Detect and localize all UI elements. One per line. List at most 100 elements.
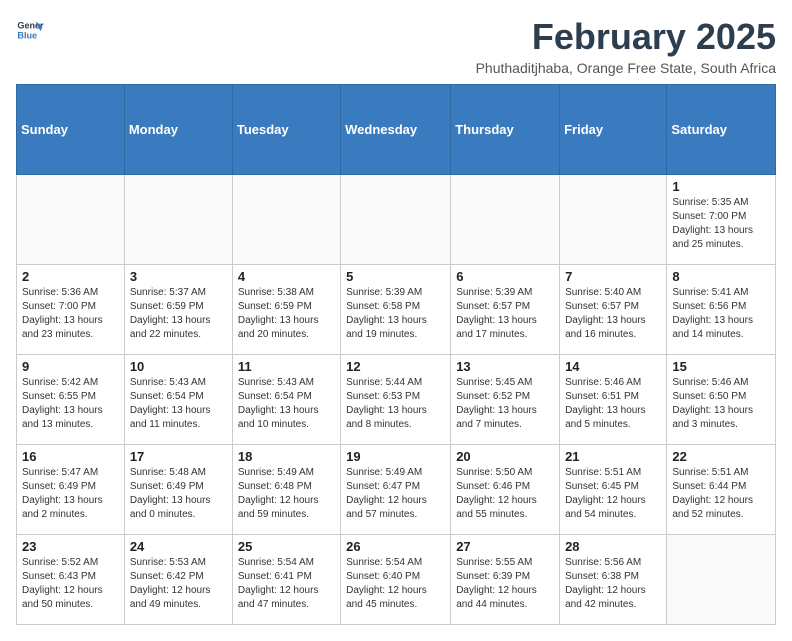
day-info: Sunrise: 5:49 AM Sunset: 6:47 PM Dayligh… [346, 466, 445, 522]
calendar-day-cell: 19 Sunrise: 5:49 AM Sunset: 6:47 PM Dayli… [341, 445, 451, 535]
day-number: 6 [456, 269, 554, 284]
logo-icon: General Blue [16, 16, 44, 44]
day-info: Sunrise: 5:43 AM Sunset: 6:54 PM Dayligh… [238, 376, 335, 432]
day-info: Sunrise: 5:46 AM Sunset: 6:51 PM Dayligh… [565, 376, 661, 432]
day-number: 12 [346, 359, 445, 374]
calendar-day-cell [341, 175, 451, 265]
day-number: 16 [22, 449, 119, 464]
location-subtitle: Phuthaditjhaba, Orange Free State, South… [476, 60, 776, 76]
calendar-day-cell: 5 Sunrise: 5:39 AM Sunset: 6:58 PM Daylig… [341, 265, 451, 355]
day-number: 11 [238, 359, 335, 374]
calendar-day-cell: 4 Sunrise: 5:38 AM Sunset: 6:59 PM Daylig… [232, 265, 340, 355]
calendar-week-row: 2Sunrise: 5:36 AM Sunset: 7:00 PM Daylig… [17, 265, 776, 355]
weekday-header-row: SundayMondayTuesdayWednesdayThursdayFrid… [17, 85, 776, 175]
day-number: 18 [238, 449, 335, 464]
day-info: Sunrise: 5:55 AM Sunset: 6:39 PM Dayligh… [456, 556, 554, 612]
day-info: Sunrise: 5:39 AM Sunset: 6:57 PM Dayligh… [456, 286, 554, 342]
day-info: Sunrise: 5:36 AM Sunset: 7:00 PM Dayligh… [22, 286, 119, 342]
calendar-day-cell: 8 Sunrise: 5:41 AM Sunset: 6:56 PM Daylig… [667, 265, 776, 355]
calendar-day-cell [17, 175, 125, 265]
calendar-day-cell: 24Sunrise: 5:53 AM Sunset: 6:42 PM Dayli… [124, 535, 232, 625]
calendar-day-cell [232, 175, 340, 265]
day-number: 23 [22, 539, 119, 554]
day-info: Sunrise: 5:50 AM Sunset: 6:46 PM Dayligh… [456, 466, 554, 522]
day-info: Sunrise: 5:56 AM Sunset: 6:38 PM Dayligh… [565, 556, 661, 612]
calendar-day-cell [451, 175, 560, 265]
weekday-header-cell: Friday [560, 85, 667, 175]
day-number: 21 [565, 449, 661, 464]
day-info: Sunrise: 5:47 AM Sunset: 6:49 PM Dayligh… [22, 466, 119, 522]
calendar-body: 1Sunrise: 5:35 AM Sunset: 7:00 PM Daylig… [17, 175, 776, 625]
day-number: 13 [456, 359, 554, 374]
weekday-header-cell: Wednesday [341, 85, 451, 175]
day-number: 25 [238, 539, 335, 554]
day-number: 8 [672, 269, 770, 284]
calendar-day-cell: 1Sunrise: 5:35 AM Sunset: 7:00 PM Daylig… [667, 175, 776, 265]
calendar-day-cell: 25 Sunrise: 5:54 AM Sunset: 6:41 PM Dayli… [232, 535, 340, 625]
day-info: Sunrise: 5:54 AM Sunset: 6:40 PM Dayligh… [346, 556, 445, 612]
calendar-day-cell: 9Sunrise: 5:42 AM Sunset: 6:55 PM Daylig… [17, 355, 125, 445]
logo: General Blue [16, 16, 44, 44]
weekday-header-cell: Thursday [451, 85, 560, 175]
calendar-day-cell: 22 Sunrise: 5:51 AM Sunset: 6:44 PM Dayli… [667, 445, 776, 535]
day-info: Sunrise: 5:37 AM Sunset: 6:59 PM Dayligh… [130, 286, 227, 342]
calendar-day-cell: 12 Sunrise: 5:44 AM Sunset: 6:53 PM Dayli… [341, 355, 451, 445]
calendar-day-cell: 6 Sunrise: 5:39 AM Sunset: 6:57 PM Daylig… [451, 265, 560, 355]
calendar-day-cell: 23 Sunrise: 5:52 AM Sunset: 6:43 PM Dayli… [17, 535, 125, 625]
calendar-day-cell: 11 Sunrise: 5:43 AM Sunset: 6:54 PM Dayli… [232, 355, 340, 445]
calendar-day-cell: 16 Sunrise: 5:47 AM Sunset: 6:49 PM Dayli… [17, 445, 125, 535]
day-info: Sunrise: 5:52 AM Sunset: 6:43 PM Dayligh… [22, 556, 119, 612]
day-info: Sunrise: 5:40 AM Sunset: 6:57 PM Dayligh… [565, 286, 661, 342]
calendar-day-cell: 15 Sunrise: 5:46 AM Sunset: 6:50 PM Dayli… [667, 355, 776, 445]
day-number: 19 [346, 449, 445, 464]
calendar-day-cell: 26 Sunrise: 5:54 AM Sunset: 6:40 PM Dayli… [341, 535, 451, 625]
day-number: 22 [672, 449, 770, 464]
title-area: February 2025 Phuthaditjhaba, Orange Fre… [476, 16, 776, 76]
day-number: 28 [565, 539, 661, 554]
day-number: 3 [130, 269, 227, 284]
day-number: 5 [346, 269, 445, 284]
day-number: 14 [565, 359, 661, 374]
calendar-day-cell [560, 175, 667, 265]
calendar-day-cell: 17Sunrise: 5:48 AM Sunset: 6:49 PM Dayli… [124, 445, 232, 535]
day-number: 1 [672, 179, 770, 194]
calendar-day-cell: 3 Sunrise: 5:37 AM Sunset: 6:59 PM Daylig… [124, 265, 232, 355]
day-info: Sunrise: 5:41 AM Sunset: 6:56 PM Dayligh… [672, 286, 770, 342]
day-number: 15 [672, 359, 770, 374]
day-number: 4 [238, 269, 335, 284]
day-info: Sunrise: 5:46 AM Sunset: 6:50 PM Dayligh… [672, 376, 770, 432]
day-info: Sunrise: 5:51 AM Sunset: 6:44 PM Dayligh… [672, 466, 770, 522]
weekday-header-cell: Saturday [667, 85, 776, 175]
calendar-table: SundayMondayTuesdayWednesdayThursdayFrid… [16, 84, 776, 625]
day-info: Sunrise: 5:44 AM Sunset: 6:53 PM Dayligh… [346, 376, 445, 432]
day-number: 7 [565, 269, 661, 284]
svg-text:Blue: Blue [17, 30, 37, 40]
day-info: Sunrise: 5:54 AM Sunset: 6:41 PM Dayligh… [238, 556, 335, 612]
day-info: Sunrise: 5:39 AM Sunset: 6:58 PM Dayligh… [346, 286, 445, 342]
calendar-day-cell: 14 Sunrise: 5:46 AM Sunset: 6:51 PM Dayli… [560, 355, 667, 445]
calendar-day-cell: 7 Sunrise: 5:40 AM Sunset: 6:57 PM Daylig… [560, 265, 667, 355]
day-number: 20 [456, 449, 554, 464]
calendar-day-cell [667, 535, 776, 625]
calendar-day-cell: 20 Sunrise: 5:50 AM Sunset: 6:46 PM Dayli… [451, 445, 560, 535]
day-info: Sunrise: 5:48 AM Sunset: 6:49 PM Dayligh… [130, 466, 227, 522]
calendar-week-row: 16 Sunrise: 5:47 AM Sunset: 6:49 PM Dayli… [17, 445, 776, 535]
weekday-header-cell: Sunday [17, 85, 125, 175]
calendar-day-cell: 21 Sunrise: 5:51 AM Sunset: 6:45 PM Dayli… [560, 445, 667, 535]
day-info: Sunrise: 5:45 AM Sunset: 6:52 PM Dayligh… [456, 376, 554, 432]
page-header: General Blue February 2025 Phuthaditjhab… [16, 16, 776, 76]
day-info: Sunrise: 5:43 AM Sunset: 6:54 PM Dayligh… [130, 376, 227, 432]
calendar-week-row: 9Sunrise: 5:42 AM Sunset: 6:55 PM Daylig… [17, 355, 776, 445]
day-info: Sunrise: 5:38 AM Sunset: 6:59 PM Dayligh… [238, 286, 335, 342]
calendar-day-cell: 2Sunrise: 5:36 AM Sunset: 7:00 PM Daylig… [17, 265, 125, 355]
calendar-day-cell: 10Sunrise: 5:43 AM Sunset: 6:54 PM Dayli… [124, 355, 232, 445]
day-info: Sunrise: 5:51 AM Sunset: 6:45 PM Dayligh… [565, 466, 661, 522]
day-number: 27 [456, 539, 554, 554]
day-number: 26 [346, 539, 445, 554]
day-info: Sunrise: 5:49 AM Sunset: 6:48 PM Dayligh… [238, 466, 335, 522]
calendar-day-cell: 18 Sunrise: 5:49 AM Sunset: 6:48 PM Dayli… [232, 445, 340, 535]
weekday-header-cell: Monday [124, 85, 232, 175]
calendar-day-cell: 13 Sunrise: 5:45 AM Sunset: 6:52 PM Dayli… [451, 355, 560, 445]
calendar-day-cell: 27 Sunrise: 5:55 AM Sunset: 6:39 PM Dayli… [451, 535, 560, 625]
month-title: February 2025 [476, 16, 776, 58]
